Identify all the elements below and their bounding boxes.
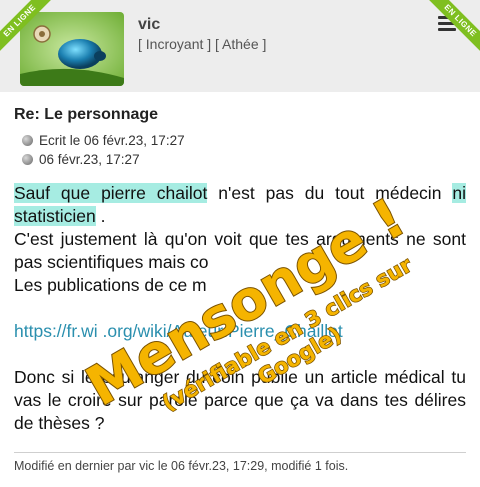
online-ribbon-right: EN LIGNE <box>410 0 480 70</box>
paragraph-2: C'est justement là qu'on voit que tes ar… <box>14 229 466 272</box>
paragraph-3: Les publications de ce m <box>14 275 207 295</box>
bullet-icon <box>22 135 33 146</box>
online-badge-right: EN LIGNE <box>419 0 480 62</box>
post-date: 06 févr.23, 17:27 <box>39 152 140 167</box>
wiki-link[interactable]: https://fr.wi .org/wiki/Auteur:Pierre_Ch… <box>14 320 466 343</box>
written-date: Ecrit le 06 févr.23, 17:27 <box>39 133 185 148</box>
post-header: vic [ Incroyant ] [ Athée ] <box>0 0 480 92</box>
text-span: . <box>95 206 106 226</box>
user-rank: [ Incroyant ] [ Athée ] <box>138 36 267 52</box>
highlight-1: Sauf que pierre chailot <box>14 183 208 203</box>
post-written-line: Ecrit le 06 févr.23, 17:27 <box>22 133 185 148</box>
post-body: Sauf que pierre chailot n'est pas du tou… <box>14 182 466 435</box>
online-badge-left: EN LIGNE <box>0 0 61 62</box>
post-title[interactable]: Re: Le personnage <box>14 106 158 124</box>
post-date-line: 06 févr.23, 17:27 <box>22 152 140 167</box>
edit-notice: Modifié en dernier par vic le 06 févr.23… <box>14 459 349 473</box>
paragraph-4: Donc si le boulanger du coin publie un a… <box>14 367 466 433</box>
paragraph-1: Sauf que pierre chailot n'est pas du tou… <box>14 182 466 228</box>
bullet-icon <box>22 154 33 165</box>
online-ribbon-left: EN LIGNE <box>0 0 70 70</box>
text-span: n'est pas du tout médecin <box>207 183 453 203</box>
username[interactable]: vic <box>138 16 160 34</box>
footer-divider <box>14 452 466 453</box>
